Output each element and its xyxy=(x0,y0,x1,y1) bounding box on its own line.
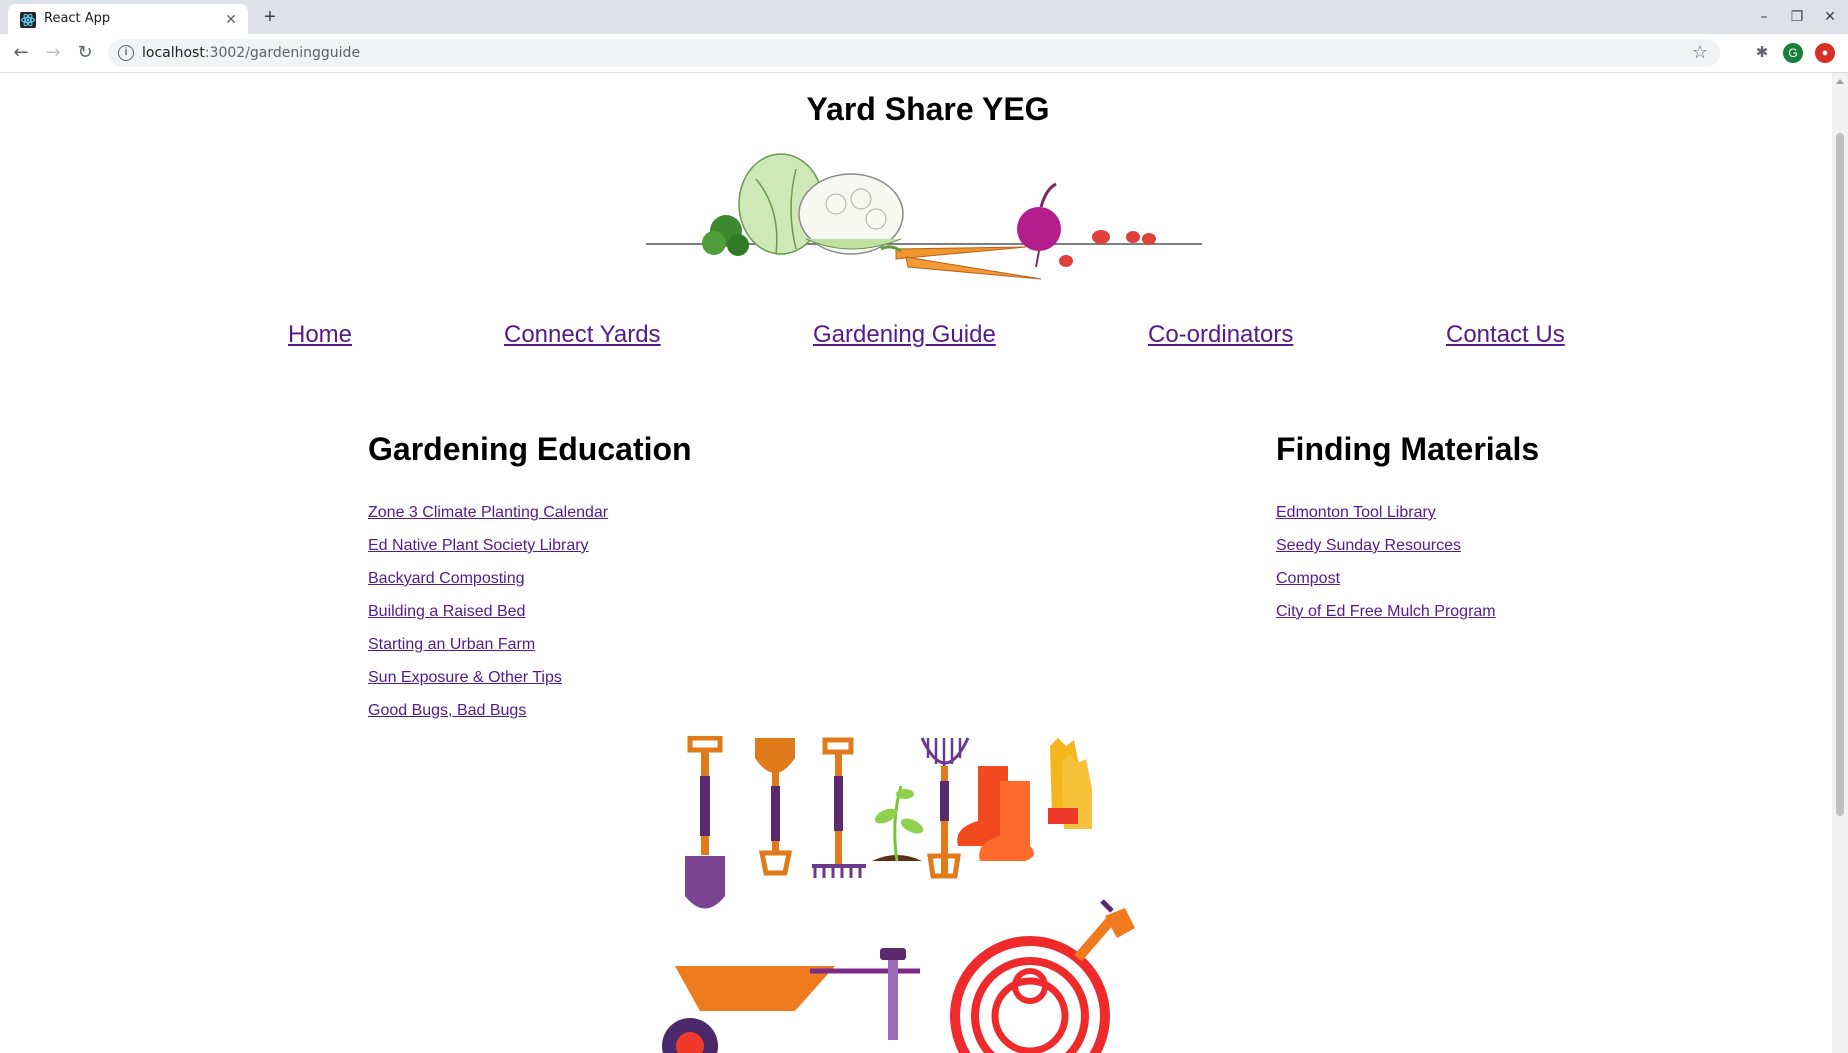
nav-link-connect-yards[interactable]: Connect Yards xyxy=(504,321,661,349)
education-link-list: Zone 3 Climate Planting Calendar Ed Nati… xyxy=(368,504,608,735)
list-item: Ed Native Plant Society Library xyxy=(368,537,608,570)
site-title: Yard Share YEG xyxy=(806,91,1050,127)
minimize-icon[interactable]: – xyxy=(1752,6,1776,28)
list-item: Sun Exposure & Other Tips xyxy=(368,669,608,702)
list-item: Starting an Urban Farm xyxy=(368,636,608,669)
education-link[interactable]: Starting an Urban Farm xyxy=(368,636,535,653)
forward-icon[interactable]: → xyxy=(41,41,65,65)
page-scrollbar[interactable] xyxy=(1832,73,1848,1053)
education-link[interactable]: Good Bugs, Bad Bugs xyxy=(368,702,526,719)
nav-link-contact-us[interactable]: Contact Us xyxy=(1446,321,1565,349)
education-link[interactable]: Backyard Composting xyxy=(368,570,525,587)
reload-icon[interactable]: ↻ xyxy=(73,41,97,65)
materials-link[interactable]: City of Ed Free Mulch Program xyxy=(1276,603,1496,620)
materials-heading: Finding Materials xyxy=(1276,431,1540,467)
garden-tools-image xyxy=(662,736,1135,1053)
list-item: Good Bugs, Bad Bugs xyxy=(368,702,608,735)
url-text[interactable]: localhost:3002/gardeningguide xyxy=(142,45,360,61)
new-tab-icon[interactable]: + xyxy=(258,5,282,29)
list-item: Building a Raised Bed xyxy=(368,603,608,636)
close-tab-icon[interactable]: ✕ xyxy=(222,10,240,28)
extensions-icon[interactable]: ✱ xyxy=(1751,42,1773,64)
list-item: Backyard Composting xyxy=(368,570,608,603)
bookmark-star-icon[interactable]: ☆ xyxy=(1692,42,1708,63)
materials-link[interactable]: Seedy Sunday Resources xyxy=(1276,537,1461,554)
vegetable-banner-image xyxy=(646,153,1202,280)
materials-link[interactable]: Edmonton Tool Library xyxy=(1276,504,1436,521)
education-link[interactable]: Zone 3 Climate Planting Calendar xyxy=(368,504,608,521)
materials-link[interactable]: Compost xyxy=(1276,570,1340,587)
nav-link-home[interactable]: Home xyxy=(288,321,352,349)
restore-icon[interactable]: ❐ xyxy=(1785,6,1809,28)
page-viewport: Yard Share YEG Home Connect Yards Garden… xyxy=(0,73,1832,1053)
tab-strip: React App ✕ + – ❐ ✕ xyxy=(0,0,1848,34)
avatar[interactable]: G xyxy=(1783,43,1803,63)
scrollbar-thumb[interactable] xyxy=(1836,133,1844,816)
list-item: Compost xyxy=(1276,570,1496,603)
education-link[interactable]: Building a Raised Bed xyxy=(368,603,525,620)
materials-link-list: Edmonton Tool Library Seedy Sunday Resou… xyxy=(1276,504,1496,636)
info-icon[interactable]: i xyxy=(118,45,134,61)
browser-toolbar: ← → ↻ i localhost:3002/gardeningguide ☆ … xyxy=(0,34,1848,73)
back-icon[interactable]: ← xyxy=(9,41,33,65)
browser-tab[interactable]: React App ✕ xyxy=(8,4,248,34)
list-item: City of Ed Free Mulch Program xyxy=(1276,603,1496,636)
education-link[interactable]: Ed Native Plant Society Library xyxy=(368,537,589,554)
extension-red-icon[interactable]: ● xyxy=(1815,43,1835,63)
nav-link-gardening-guide[interactable]: Gardening Guide xyxy=(813,321,996,349)
list-item: Zone 3 Climate Planting Calendar xyxy=(368,504,608,537)
scroll-up-icon[interactable] xyxy=(1836,79,1844,84)
list-item: Seedy Sunday Resources xyxy=(1276,537,1496,570)
list-item: Edmonton Tool Library xyxy=(1276,504,1496,537)
nav-link-co-ordinators[interactable]: Co-ordinators xyxy=(1148,321,1293,349)
tab-title: React App xyxy=(44,11,111,26)
react-favicon-icon xyxy=(20,12,36,28)
address-bar[interactable]: i localhost:3002/gardeningguide ☆ xyxy=(108,39,1720,67)
education-heading: Gardening Education xyxy=(368,431,692,467)
education-link[interactable]: Sun Exposure & Other Tips xyxy=(368,669,562,686)
close-window-icon[interactable]: ✕ xyxy=(1818,6,1842,28)
